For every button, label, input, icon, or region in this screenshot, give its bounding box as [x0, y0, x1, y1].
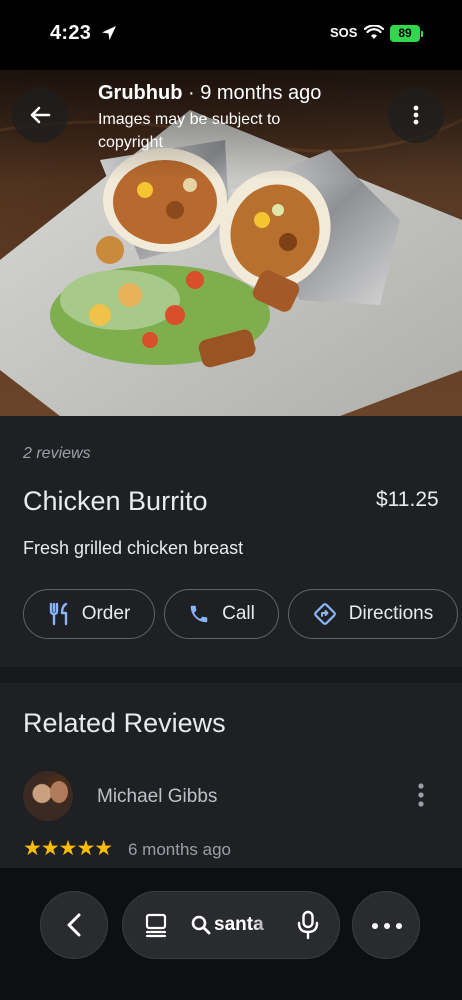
phone-icon — [190, 605, 208, 623]
chevron-left-icon — [67, 913, 81, 937]
review-more-options-icon[interactable] — [412, 781, 430, 809]
back-button[interactable] — [12, 87, 68, 143]
dish-name: Chicken Burrito — [23, 486, 208, 516]
reviewer-name[interactable]: Michael Gibbs — [97, 786, 217, 808]
more-vertical-icon — [413, 105, 419, 125]
section-divider — [0, 667, 462, 683]
review-date: 6 months ago — [128, 840, 232, 859]
search-icon — [191, 915, 211, 935]
avatar-face — [50, 781, 68, 803]
reviewer-avatar[interactable] — [23, 771, 73, 821]
dish-price: $11.25 — [376, 488, 439, 511]
directions-label: Directions — [348, 603, 434, 624]
copyright-note: Images may be subject to copyright — [98, 111, 281, 151]
order-button[interactable]: Order — [23, 589, 155, 639]
directions-icon — [313, 603, 336, 625]
rating-stars: ★★★★★ — [23, 837, 113, 860]
status-time: 4:23 — [50, 22, 92, 44]
status-bar: 4:23 SOS 89 — [0, 0, 462, 70]
utensils-icon — [49, 602, 67, 626]
address-bar-fade — [252, 905, 282, 945]
location-arrow-icon — [102, 26, 116, 40]
source-separator: · — [188, 82, 201, 104]
call-label: Call — [222, 603, 255, 624]
order-label: Order — [81, 603, 131, 624]
browser-more-button[interactable] — [352, 891, 420, 959]
related-reviews-heading: Related Reviews — [23, 708, 226, 738]
wifi-icon — [364, 25, 384, 39]
tabs-icon[interactable] — [143, 912, 169, 938]
battery-indicator: 89 — [390, 25, 420, 42]
dish-description: Fresh grilled chicken breast — [23, 538, 244, 558]
browser-back-button[interactable] — [40, 891, 108, 959]
photo-source: Grubhub · 9 months ago — [98, 82, 321, 105]
battery-cap — [421, 31, 423, 37]
call-button[interactable]: Call — [164, 589, 279, 639]
arrow-left-icon — [30, 106, 51, 124]
directions-button[interactable]: Directions — [288, 589, 458, 639]
reviews-count[interactable]: 2 reviews — [23, 445, 91, 463]
sos-indicator: SOS — [330, 25, 358, 40]
photo-source-name: Grubhub — [98, 82, 183, 104]
photo-age: 9 months ago — [200, 82, 322, 104]
photo-more-options-button[interactable] — [388, 87, 444, 143]
more-horizontal-icon — [372, 923, 402, 929]
microphone-icon[interactable] — [296, 910, 320, 940]
